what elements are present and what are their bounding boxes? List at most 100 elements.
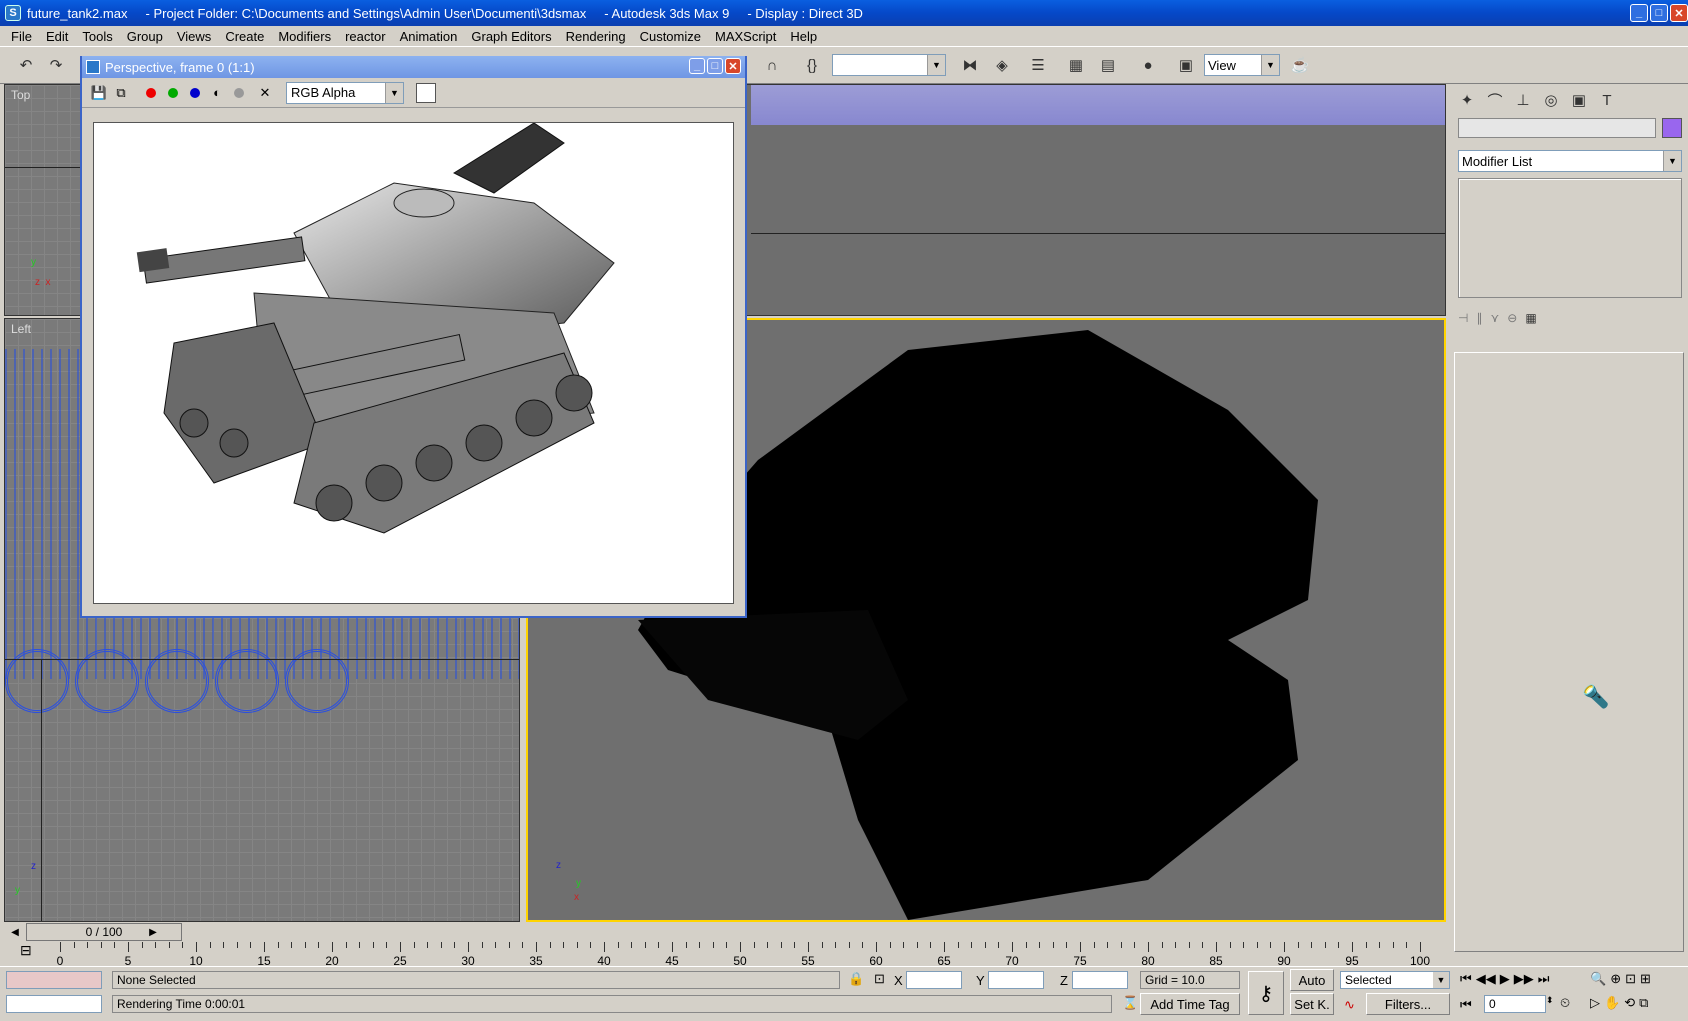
redo-icon[interactable]: ↷ (44, 53, 68, 77)
maxscript-input-field[interactable] (6, 995, 102, 1013)
add-time-tag-button[interactable]: Add Time Tag (1140, 993, 1240, 1015)
track-bar[interactable]: ⊟ 0 5 10 15 20 25 30 35 40 45 50 55 60 65 70 75 80 85 90 95… (0, 942, 1450, 968)
z-coord-field[interactable] (1072, 971, 1128, 989)
key-filters-button[interactable]: Filters... (1366, 993, 1450, 1015)
current-frame-field[interactable]: 0 (1484, 995, 1546, 1013)
menu-animation[interactable]: Animation (393, 29, 465, 44)
next-frame-icon[interactable]: ▶▶ (1514, 971, 1534, 987)
viewport-label[interactable]: Top (11, 88, 30, 102)
blue-channel-icon[interactable] (186, 84, 204, 102)
field-of-view-icon[interactable]: ▷ (1590, 995, 1600, 1011)
zoom-extents-icon[interactable]: ⊡ (1625, 971, 1636, 987)
object-color-swatch[interactable] (1662, 118, 1682, 138)
undo-icon[interactable]: ↶ (14, 53, 38, 77)
play-icon[interactable]: ▶ (1500, 971, 1510, 987)
monochrome-icon[interactable]: ◐ (208, 84, 226, 102)
render-scene-icon[interactable]: ▣ (1174, 53, 1198, 77)
menu-maxscript[interactable]: MAXScript (708, 29, 783, 44)
menu-reactor[interactable]: reactor (338, 29, 392, 44)
auto-key-button[interactable]: Auto (1290, 969, 1334, 991)
render-window-titlebar[interactable]: Perspective, frame 0 (1:1) _ □ ✕ (82, 56, 745, 78)
pan-icon[interactable]: ✋ (1604, 995, 1620, 1011)
close-icon[interactable]: ✕ (1670, 4, 1688, 22)
go-to-start-icon[interactable]: ⏮ (1460, 971, 1472, 987)
menu-graph-editors[interactable]: Graph Editors (464, 29, 558, 44)
remove-modifier-icon[interactable]: ⊖ (1507, 311, 1517, 325)
mirror-icon[interactable]: ⧓ (958, 53, 982, 77)
menu-views[interactable]: Views (170, 29, 218, 44)
material-editor-icon[interactable]: ● (1136, 53, 1160, 77)
create-tab-icon[interactable]: ✦ (1454, 88, 1480, 112)
selection-lock-icon[interactable]: 🔒 (848, 971, 864, 987)
clear-icon[interactable]: ✕ (256, 84, 274, 102)
maximize-icon[interactable]: □ (707, 58, 723, 74)
maxscript-listener-field[interactable] (6, 971, 102, 989)
go-to-end-icon[interactable]: ⏭ (1538, 971, 1550, 987)
time-slider-prev-icon[interactable]: ◀ (8, 923, 22, 941)
configure-modifier-sets-icon[interactable]: ▦ (1525, 311, 1536, 325)
named-selection-set-combo[interactable]: ▼ (832, 54, 946, 76)
y-coord-field[interactable] (988, 971, 1044, 989)
maximize-icon[interactable]: □ (1650, 4, 1668, 22)
chevron-down-icon[interactable]: ▼ (927, 55, 945, 75)
menu-tools[interactable]: Tools (75, 29, 119, 44)
maximize-viewport-icon[interactable]: ⧉ (1639, 995, 1648, 1011)
frame-spinner-icon[interactable]: ⬍ (1546, 995, 1554, 1006)
quick-render-teapot-icon[interactable]: ☕ (1288, 53, 1312, 77)
curve-editor-icon[interactable]: ▦ (1064, 53, 1088, 77)
arc-rotate-icon[interactable]: ⟲ (1624, 995, 1635, 1011)
modifier-stack[interactable] (1458, 178, 1682, 298)
align-icon[interactable]: ◈ (990, 53, 1014, 77)
key-filter-combo[interactable]: Selected ▼ (1340, 971, 1450, 989)
menu-modifiers[interactable]: Modifiers (271, 29, 338, 44)
object-name-field[interactable] (1458, 118, 1656, 138)
chevron-down-icon[interactable]: ▼ (1663, 151, 1681, 171)
alpha-channel-icon[interactable] (230, 84, 248, 102)
x-coord-field[interactable] (906, 971, 962, 989)
3dsmax-app-icon[interactable]: S (5, 5, 21, 21)
schematic-view-icon[interactable]: ▤ (1096, 53, 1120, 77)
track-bar-open-icon[interactable]: ⊟ (20, 942, 32, 959)
previous-frame-icon[interactable]: ◀◀ (1476, 971, 1496, 987)
menu-group[interactable]: Group (120, 29, 170, 44)
utilities-tab-icon[interactable]: T (1594, 88, 1620, 112)
clone-window-icon[interactable]: ⧉ (112, 84, 130, 102)
zoom-icon[interactable]: 🔍 (1590, 971, 1606, 987)
time-tag-icon[interactable]: ⌛ (1122, 995, 1138, 1011)
absolute-mode-icon[interactable]: ⊡ (874, 971, 885, 987)
chevron-down-icon[interactable]: ▼ (1261, 55, 1279, 75)
color-swatch[interactable] (416, 82, 436, 103)
display-tab-icon[interactable]: ▣ (1566, 88, 1592, 112)
modify-tab-icon[interactable]: ⌒ (1482, 88, 1508, 112)
hierarchy-tab-icon[interactable]: ⊥ (1510, 88, 1536, 112)
set-key-button[interactable]: Set K. (1290, 993, 1334, 1015)
edit-named-selection-icon[interactable]: {} (800, 53, 824, 77)
display-channel-combo[interactable]: RGB Alpha ▼ (286, 81, 404, 104)
default-in-out-tangent-icon[interactable]: ∿ (1344, 997, 1355, 1013)
close-icon[interactable]: ✕ (725, 58, 741, 74)
menu-create[interactable]: Create (218, 29, 271, 44)
zoom-all-icon[interactable]: ⊕ (1610, 971, 1621, 987)
menu-file[interactable]: File (4, 29, 39, 44)
key-mode-toggle-icon[interactable]: ⏮ (1460, 997, 1472, 1013)
pin-stack-icon[interactable]: ⊣ (1458, 311, 1468, 325)
modifier-list-combo[interactable]: Modifier List ▼ (1458, 150, 1682, 172)
magnet-snap-icon[interactable]: ∩ (760, 53, 784, 77)
chevron-down-icon[interactable]: ▼ (385, 82, 403, 103)
reference-coordinate-combo[interactable]: View ▼ (1204, 54, 1280, 76)
set-key-icon[interactable]: ⚷ (1248, 971, 1284, 1015)
show-end-result-icon[interactable]: ∥ (1476, 311, 1482, 325)
viewport-label[interactable]: Left (11, 322, 31, 336)
motion-tab-icon[interactable]: ◎ (1538, 88, 1564, 112)
menu-edit[interactable]: Edit (39, 29, 75, 44)
save-bitmap-icon[interactable]: 💾 (90, 84, 108, 102)
zoom-extents-all-icon[interactable]: ⊞ (1640, 971, 1651, 987)
time-configuration-icon[interactable]: ⏲ (1560, 995, 1570, 1011)
minimize-icon[interactable]: _ (689, 58, 705, 74)
make-unique-icon[interactable]: ⋎ (1490, 311, 1499, 325)
menu-help[interactable]: Help (783, 29, 824, 44)
menu-rendering[interactable]: Rendering (559, 29, 633, 44)
red-channel-icon[interactable] (142, 84, 160, 102)
render-frame-window[interactable]: Perspective, frame 0 (1:1) _ □ ✕ 💾 ⧉ ◐ ✕… (80, 56, 747, 618)
green-channel-icon[interactable] (164, 84, 182, 102)
